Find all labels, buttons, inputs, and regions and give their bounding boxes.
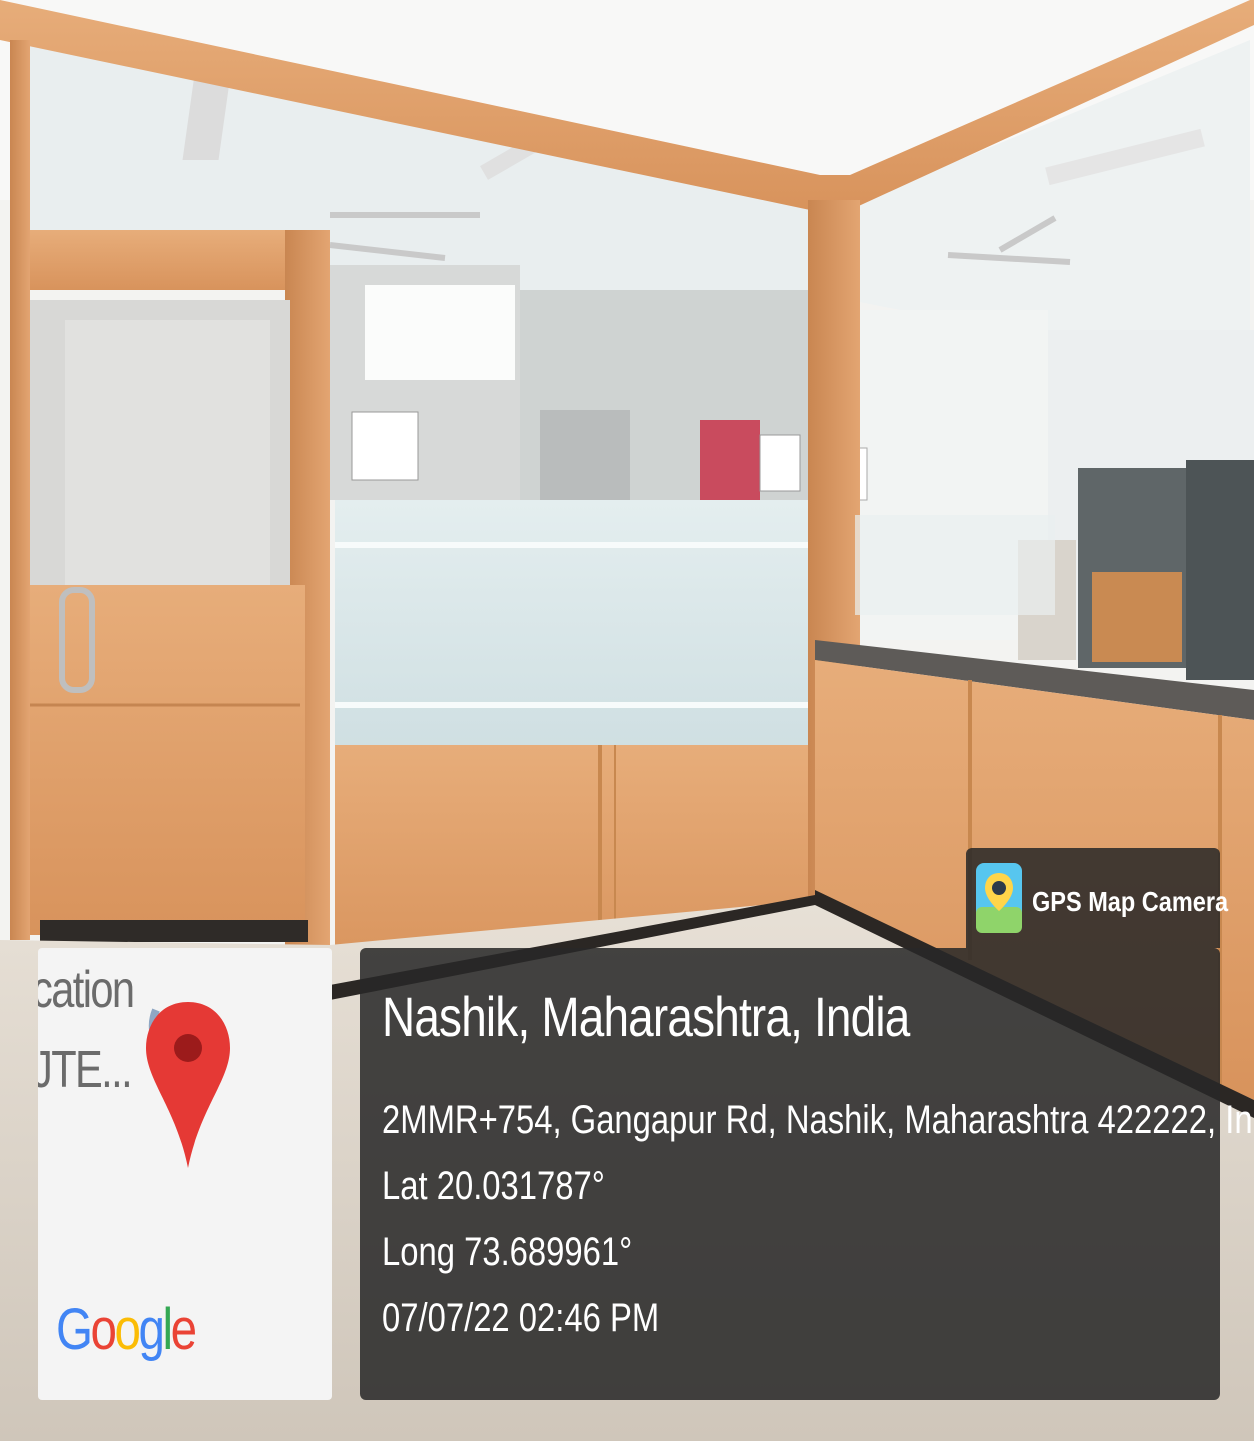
gps-map-camera-label: GPS Map Camera xyxy=(1032,886,1229,917)
longitude-text: Long 73.689961° xyxy=(382,1230,633,1274)
google-logo: Google xyxy=(56,1296,197,1363)
google-logo-letter: l xyxy=(162,1297,174,1362)
map-pin-icon xyxy=(146,1002,230,1168)
google-logo-letter: o xyxy=(114,1297,141,1362)
location-title: Nashik, Maharashtra, India xyxy=(382,985,910,1048)
timestamp-text: 07/07/22 02:46 PM xyxy=(382,1296,660,1340)
google-logo-letter: e xyxy=(170,1297,197,1362)
map-card-location-text: cation xyxy=(38,961,135,1019)
location-info-card: Nashik, Maharashtra, India 2MMR+754, Gan… xyxy=(360,948,1254,1400)
latitude-text: Lat 20.031787° xyxy=(382,1164,605,1208)
gps-map-camera-badge: GPS Map Camera xyxy=(966,848,1228,948)
location-map-card: cation JTE... Google xyxy=(38,948,332,1400)
gps-camera-app-icon xyxy=(976,863,1022,933)
google-logo-letter: g xyxy=(138,1297,165,1362)
location-address: 2MMR+754, Gangapur Rd, Nashik, Maharasht… xyxy=(382,1098,1254,1142)
map-card-place-text: JTE... xyxy=(38,1041,133,1099)
google-logo-letter: G xyxy=(56,1297,93,1362)
google-logo-letter: o xyxy=(90,1297,117,1362)
